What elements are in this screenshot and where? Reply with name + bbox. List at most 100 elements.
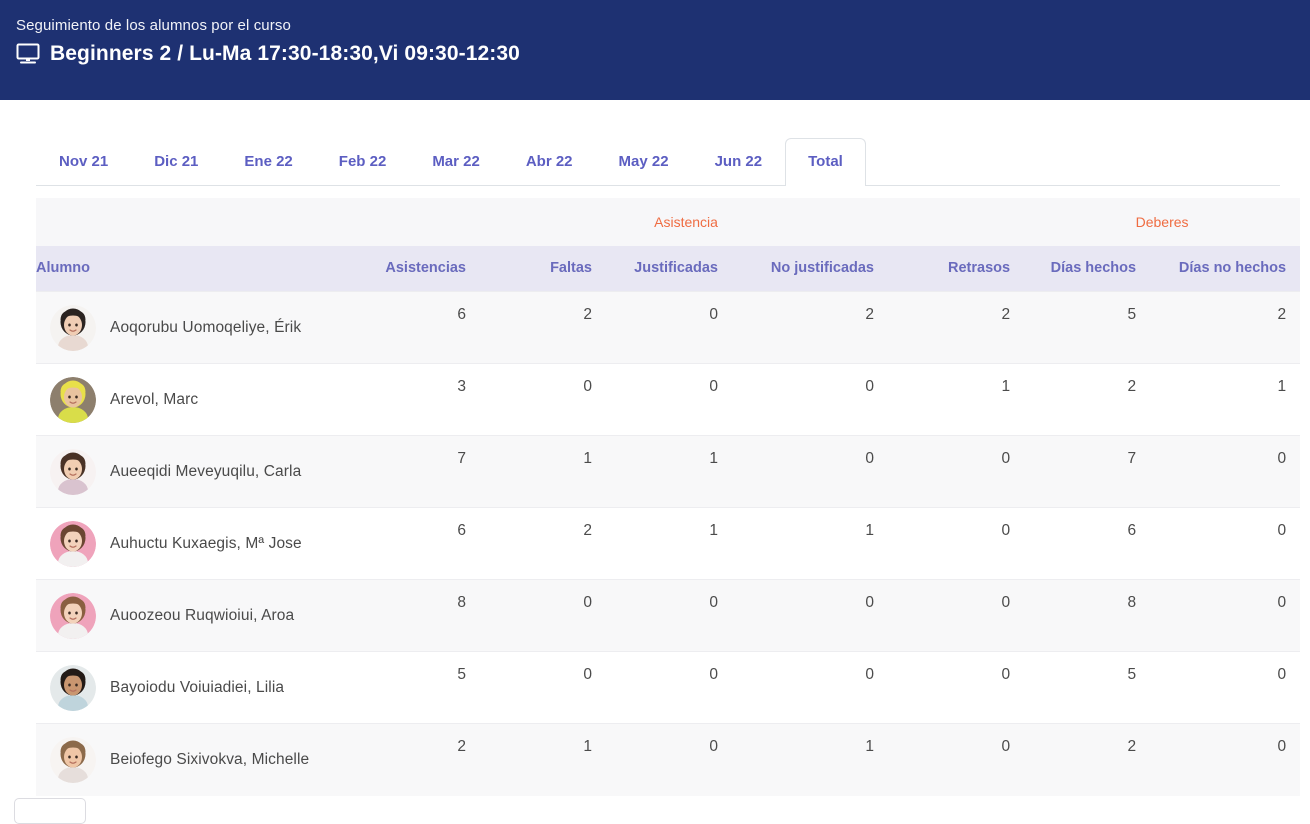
avatar	[50, 448, 96, 495]
student-name: Arevol, Marc	[110, 390, 199, 408]
student: Auhuctu Kuxaegis, Mª Jose	[50, 520, 348, 567]
header-subtitle: Seguimiento de los alumnos por el curso	[16, 17, 291, 34]
table-head: Asistencia Deberes Alumno Asistencias Fa…	[36, 198, 1301, 292]
cell-justificadas: 0	[606, 651, 732, 724]
column-header-row: Alumno Asistencias Faltas Justificadas N…	[36, 246, 1301, 292]
tab-dic-21[interactable]: Dic 21	[131, 138, 221, 186]
cell-retrasos: 2	[888, 291, 1025, 364]
cell-retrasos: 1	[888, 363, 1025, 436]
cell-dias-hechos: 7	[1024, 435, 1151, 508]
student-tracking-table: Asistencia Deberes Alumno Asistencias Fa…	[36, 198, 1301, 796]
cell-retrasos: 0	[888, 435, 1025, 508]
cell-asistencias: 6	[348, 507, 480, 580]
cell-dias-hechos: 5	[1024, 651, 1151, 724]
student-name: Aueeqidi Meveyuqilu, Carla	[110, 462, 302, 480]
cell-dias-no-hechos: 0	[1150, 507, 1301, 580]
table-row[interactable]: Auhuctu Kuxaegis, Mª Jose 6 2 1 1 0 6 0	[36, 507, 1301, 580]
cell-justificadas: 0	[606, 579, 732, 652]
group-header-row: Asistencia Deberes	[36, 198, 1301, 246]
cell-faltas: 0	[480, 651, 606, 724]
cell-asistencias: 5	[348, 651, 480, 724]
cell-no-justificadas: 1	[732, 507, 888, 580]
student-name: Auoozeou Ruqwioiui, Aroa	[110, 606, 295, 624]
table-row[interactable]: Bayoiodu Voiuiadiei, Lilia 5 0 0 0 0 5 0	[36, 651, 1301, 724]
student: Auoozeou Ruqwioiui, Aroa	[50, 592, 348, 639]
column-header-asistencias[interactable]: Asistencias	[348, 246, 480, 292]
avatar	[50, 376, 96, 423]
student: Aoqorubu Uomoqeliye, Érik	[50, 304, 348, 351]
cell-student: Arevol, Marc	[36, 363, 348, 436]
cell-justificadas: 0	[606, 363, 732, 436]
cell-dias-hechos: 6	[1024, 507, 1151, 580]
tab-total[interactable]: Total	[785, 138, 866, 187]
tabs-container: Nov 21 Dic 21 Ene 22 Feb 22 Mar 22 Abr 2…	[0, 100, 1310, 190]
avatar	[50, 592, 96, 639]
monitor-icon	[16, 43, 40, 65]
student: Aueeqidi Meveyuqilu, Carla	[50, 448, 348, 495]
student-name: Bayoiodu Voiuiadiei, Lilia	[110, 678, 285, 696]
cell-student: Bayoiodu Voiuiadiei, Lilia	[36, 651, 348, 724]
tab-mar-22[interactable]: Mar 22	[409, 138, 503, 186]
cell-retrasos: 0	[888, 579, 1025, 652]
cell-no-justificadas: 2	[732, 291, 888, 364]
column-header-retrasos[interactable]: Retrasos	[888, 246, 1025, 292]
table-row[interactable]: Arevol, Marc 3 0 0 0 1 2 1	[36, 363, 1301, 436]
cell-asistencias: 2	[348, 723, 480, 796]
cell-dias-no-hechos: 0	[1150, 579, 1301, 652]
cell-no-justificadas: 0	[732, 651, 888, 724]
cell-faltas: 0	[480, 579, 606, 652]
cell-dias-no-hechos: 0	[1150, 723, 1301, 796]
column-header-no-justificadas[interactable]: No justificadas	[732, 246, 888, 292]
group-header-deberes: Deberes	[1024, 198, 1301, 246]
tab-nov-21[interactable]: Nov 21	[36, 138, 131, 186]
cell-dias-no-hechos: 0	[1150, 651, 1301, 724]
student-name: Auhuctu Kuxaegis, Mª Jose	[110, 534, 302, 552]
bottom-partial-control[interactable]	[14, 798, 86, 824]
avatar	[50, 664, 96, 711]
avatar	[50, 520, 96, 567]
tab-may-22[interactable]: May 22	[596, 138, 692, 186]
tab-ene-22[interactable]: Ene 22	[221, 138, 315, 186]
table-row[interactable]: Auoozeou Ruqwioiui, Aroa 8 0 0 0 0 8 0	[36, 579, 1301, 652]
cell-no-justificadas: 0	[732, 363, 888, 436]
cell-student: Auoozeou Ruqwioiui, Aroa	[36, 579, 348, 652]
cell-no-justificadas: 0	[732, 435, 888, 508]
cell-dias-no-hechos: 1	[1150, 363, 1301, 436]
cell-dias-hechos: 5	[1024, 291, 1151, 364]
student-name: Aoqorubu Uomoqeliye, Érik	[110, 318, 302, 336]
tracking-table-area: Asistencia Deberes Alumno Asistencias Fa…	[0, 190, 1310, 796]
cell-asistencias: 8	[348, 579, 480, 652]
tab-jun-22[interactable]: Jun 22	[692, 138, 786, 186]
column-header-alumno[interactable]: Alumno	[36, 246, 348, 292]
table-row[interactable]: Beiofego Sixivokva, Michelle 2 1 0 1 0 2 0	[36, 723, 1301, 796]
table-body: Aoqorubu Uomoqeliye, Érik 6 2 0 2 2 5 2 Arevol,…	[36, 291, 1301, 796]
cell-no-justificadas: 0	[732, 579, 888, 652]
column-header-faltas[interactable]: Faltas	[480, 246, 606, 292]
cell-faltas: 1	[480, 435, 606, 508]
group-header-asistencia: Asistencia	[348, 198, 1025, 246]
cell-faltas: 2	[480, 291, 606, 364]
cell-retrasos: 0	[888, 723, 1025, 796]
cell-retrasos: 0	[888, 507, 1025, 580]
tab-abr-22[interactable]: Abr 22	[503, 138, 596, 186]
cell-justificadas: 1	[606, 507, 732, 580]
cell-asistencias: 6	[348, 291, 480, 364]
column-header-dias-hechos[interactable]: Días hechos	[1024, 246, 1151, 292]
table-row[interactable]: Aueeqidi Meveyuqilu, Carla 7 1 1 0 0 7 0	[36, 435, 1301, 508]
cell-asistencias: 7	[348, 435, 480, 508]
cell-justificadas: 1	[606, 435, 732, 508]
column-header-justificadas[interactable]: Justificadas	[606, 246, 732, 292]
cell-justificadas: 0	[606, 723, 732, 796]
cell-dias-hechos: 2	[1024, 723, 1151, 796]
cell-faltas: 0	[480, 363, 606, 436]
table-row[interactable]: Aoqorubu Uomoqeliye, Érik 6 2 0 2 2 5 2	[36, 291, 1301, 364]
student: Arevol, Marc	[50, 376, 348, 423]
page-title: Beginners 2 / Lu-Ma 17:30-18:30,Vi 09:30…	[50, 42, 520, 65]
column-header-dias-no-hechos[interactable]: Días no hechos	[1150, 246, 1301, 292]
header-title-row: Beginners 2 / Lu-Ma 17:30-18:30,Vi 09:30…	[16, 42, 1310, 66]
cell-faltas: 1	[480, 723, 606, 796]
student: Bayoiodu Voiuiadiei, Lilia	[50, 664, 348, 711]
tab-feb-22[interactable]: Feb 22	[316, 138, 410, 186]
cell-student: Beiofego Sixivokva, Michelle	[36, 723, 348, 796]
cell-asistencias: 3	[348, 363, 480, 436]
